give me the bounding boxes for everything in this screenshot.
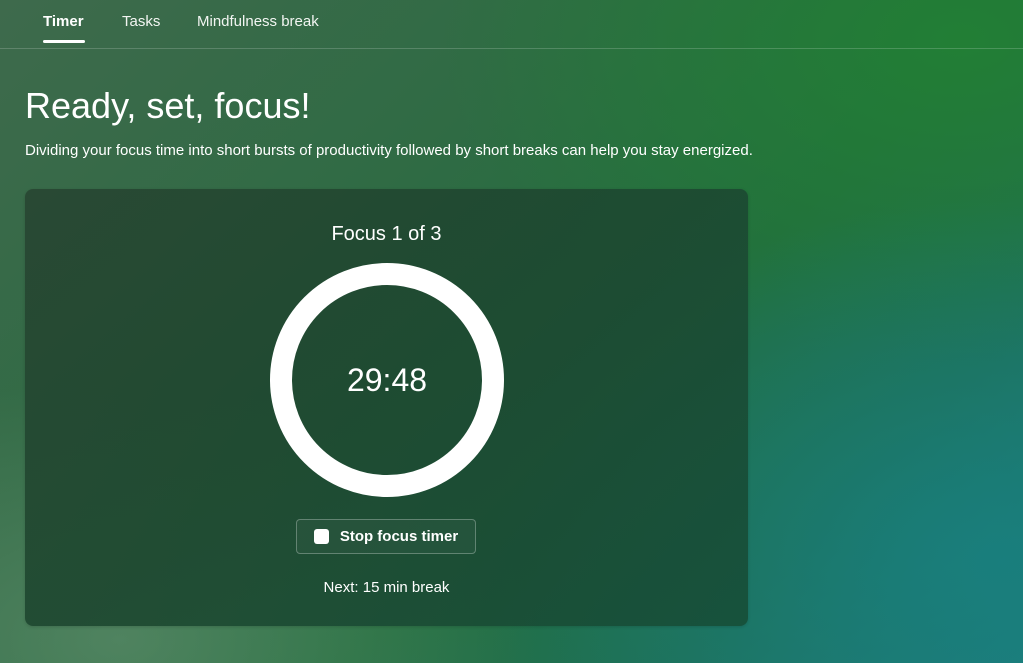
time-remaining: 29:48 <box>346 362 428 398</box>
page-title: Ready, set, focus! <box>25 85 311 126</box>
tab-mindfulness-break[interactable]: Mindfulness break <box>197 12 319 32</box>
tab-tasks[interactable]: Tasks <box>122 12 160 32</box>
active-tab-indicator <box>43 40 85 43</box>
stop-button-label: Stop focus timer <box>339 528 459 545</box>
stop-focus-timer-button[interactable]: Stop focus timer <box>296 519 476 554</box>
page-subtitle: Dividing your focus time into short burs… <box>25 142 753 159</box>
session-label: Focus 1 of 3 <box>331 223 442 245</box>
tab-timer[interactable]: Timer <box>43 12 84 32</box>
timer-card: Focus 1 of 3 29:48 Stop focus timer Next… <box>25 189 748 626</box>
next-session-label: Next: 15 min break <box>323 579 450 596</box>
timer-progress-ring: 29:48 <box>270 263 504 497</box>
stop-icon <box>313 529 329 544</box>
top-navigation: Timer Tasks Mindfulness break <box>0 0 1023 49</box>
